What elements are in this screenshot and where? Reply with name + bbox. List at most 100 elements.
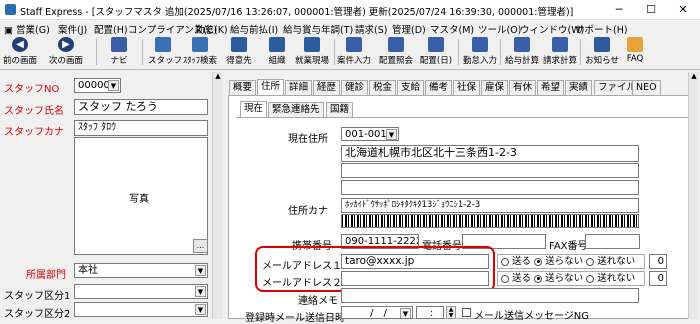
assignment-day-button[interactable]: 配置(日) [418,37,454,68]
tab-tax[interactable]: 税金 [369,80,397,95]
nomsg-checkbox[interactable] [462,308,471,317]
notice-icon [594,37,610,52]
menu-payroll[interactable]: 給与賞与年調(T) [283,22,353,36]
job-input-button[interactable]: 案件入力 [336,37,372,68]
assignment-query-icon [388,37,404,52]
tab-social-insurance[interactable]: 社保 [453,80,481,95]
menu-admin[interactable]: 管理(D) [392,22,426,36]
address-kana-field[interactable]: ﾎｯｶｲﾄﾞｳｻｯﾎﾟﾛｼｷﾀｸｷﾀ13ｼﾞｮｳﾆｼ1-2-3 [341,198,639,213]
tab-neo[interactable]: NEO [632,80,661,95]
customer-button[interactable]: 得意先 [224,37,254,68]
menu-jobs[interactable]: 案件(J) [58,22,87,36]
app-icon [5,4,16,15]
regmail-label: 登録時メール送信日時 [245,313,345,324]
navi-button[interactable]: ナビ [104,37,134,68]
attendance-button[interactable]: 勤怠入力 [462,37,498,68]
right-scrollbar[interactable]: ▲ [688,72,699,319]
staff-icon [155,37,171,52]
staff-search-button[interactable]: ｽﾀｯﾌ検索 [180,37,220,68]
tab-details[interactable]: 詳細 [285,80,313,95]
mail2-send-options: 送る 送らない 送れない [497,271,645,286]
mail1-nosend-radio[interactable] [534,257,543,266]
mail1-cannot-radio[interactable] [586,257,595,266]
close-button[interactable]: ✕ [668,0,698,20]
highlight-frame [255,246,495,292]
dept-select[interactable]: 本社 ▼ [74,263,208,278]
menu-tools[interactable]: ツール(O) [478,22,521,36]
faq-button[interactable]: FAQ [620,37,650,68]
tab-overview[interactable]: 概要 [229,80,257,95]
mail1-send-radio[interactable] [501,257,509,266]
subtab-current[interactable]: 現在 [240,101,268,117]
subtab-emergency-contact[interactable]: 緊急連絡先 [268,102,324,117]
tab-career[interactable]: 経歴 [313,80,341,95]
time-spinner[interactable]: ▲ ▼ [446,306,456,319]
tab-notes[interactable]: 備考 [425,80,453,95]
staff-kana-label: スタッフカナ [4,127,64,138]
mail1-send-options: 送る 送らない 送れない [497,254,645,269]
memo-field[interactable] [341,288,639,303]
regmail-date-field[interactable]: / / ▼ [341,306,413,319]
photo-browse-button[interactable]: ... [193,239,208,253]
tab-address[interactable]: 住所 [257,79,285,95]
payroll-icon [514,37,530,52]
billing-button[interactable]: 請求計算 [542,37,578,68]
staff-kubun1-select[interactable]: ▼ [74,284,208,299]
assignment-query-button[interactable]: 配置照会 [378,37,414,68]
tab-employment-insurance[interactable]: 雇保 [481,80,509,95]
window-title: Staff Express - [スタッフマスタ 追加(2025/07/16 1… [20,7,574,18]
postal-select[interactable]: 001-0013 ▼ [341,127,399,141]
address-line1-field[interactable]: 北海道札幌市北区北十三条西1-2-3 [341,145,639,162]
staff-name-field[interactable]: スタッフ たろう [74,99,208,115]
forward-icon: ▶ [58,37,74,52]
chevron-down-icon: ▼ [195,286,206,297]
scroll-up-icon[interactable]: ▲ [213,72,223,82]
chevron-down-icon: ▼ [108,80,119,91]
organization-button[interactable]: 組織 [262,37,292,68]
mail2-send-radio[interactable] [501,274,509,283]
back-button[interactable]: ◀ 前の画面 [2,37,38,68]
job-input-icon [346,37,362,52]
tab-health[interactable]: 健診 [341,80,369,95]
photo-label: 写真 [129,194,149,205]
worksite-button[interactable]: 就業現場 [292,37,332,68]
maximize-button[interactable]: ☐ [636,0,666,20]
address-line2-field[interactable] [341,163,639,178]
staff-kana-field[interactable]: ｽﾀｯﾌ ﾀﾛｳ [74,120,208,136]
staff-kubun2-select[interactable]: ▼ [74,302,208,317]
tab-payment[interactable]: 支給 [397,80,425,95]
staff-button[interactable]: スタッフ [148,37,182,68]
photo-frame: 写真 [74,137,208,255]
address-line3-field[interactable] [341,180,639,195]
tab-wish[interactable]: 希望 [537,80,565,95]
scroll-up-icon[interactable]: ▲ [689,72,699,82]
menu-bar: ▣ 営業(G) 案件(J) 配置(H) コンプライアンス(C) 勤怠(K) 給与… [0,20,700,36]
fax-label: FAX番号 [549,241,588,252]
payroll-button[interactable]: 給与計算 [504,37,540,68]
menu-prepay[interactable]: 給与前払(I) [230,22,278,36]
tab-results[interactable]: 実績 [565,80,593,95]
chevron-down-icon: ▼ [386,129,397,140]
mail2-count: 0 [649,271,667,286]
tab-paid-leave[interactable]: 有休 [509,80,537,95]
menu-billing[interactable]: 請求(S) [355,22,387,36]
attendance-icon [472,37,488,52]
mail2-nosend-radio[interactable] [534,274,543,283]
staff-no-select[interactable]: 000002 ▼ [74,78,121,93]
billing-icon [552,37,568,52]
notice-button[interactable]: お知らせ [584,37,620,68]
menu-sales[interactable]: ▣ 営業(G) [4,22,50,36]
menu-attendance[interactable]: 勤怠(K) [195,22,228,36]
menu-support[interactable]: サポート(H) [575,22,628,36]
mail2-cannot-radio[interactable] [586,274,595,283]
left-scrollbar[interactable]: ▲ [212,72,223,319]
forward-button[interactable]: ▶ 次の画面 [48,37,84,68]
subtab-nationality[interactable]: 国籍 [326,102,354,117]
menu-master[interactable]: マスタ(M) [430,22,474,36]
fax-field[interactable] [585,234,640,249]
chevron-down-icon: ▼ [195,265,206,276]
regmail-time-field[interactable]: : [416,306,444,319]
menu-assignment[interactable]: 配置(H) [94,22,128,36]
back-icon: ◀ [12,37,28,52]
minimize-button[interactable]: ─ [604,0,634,20]
